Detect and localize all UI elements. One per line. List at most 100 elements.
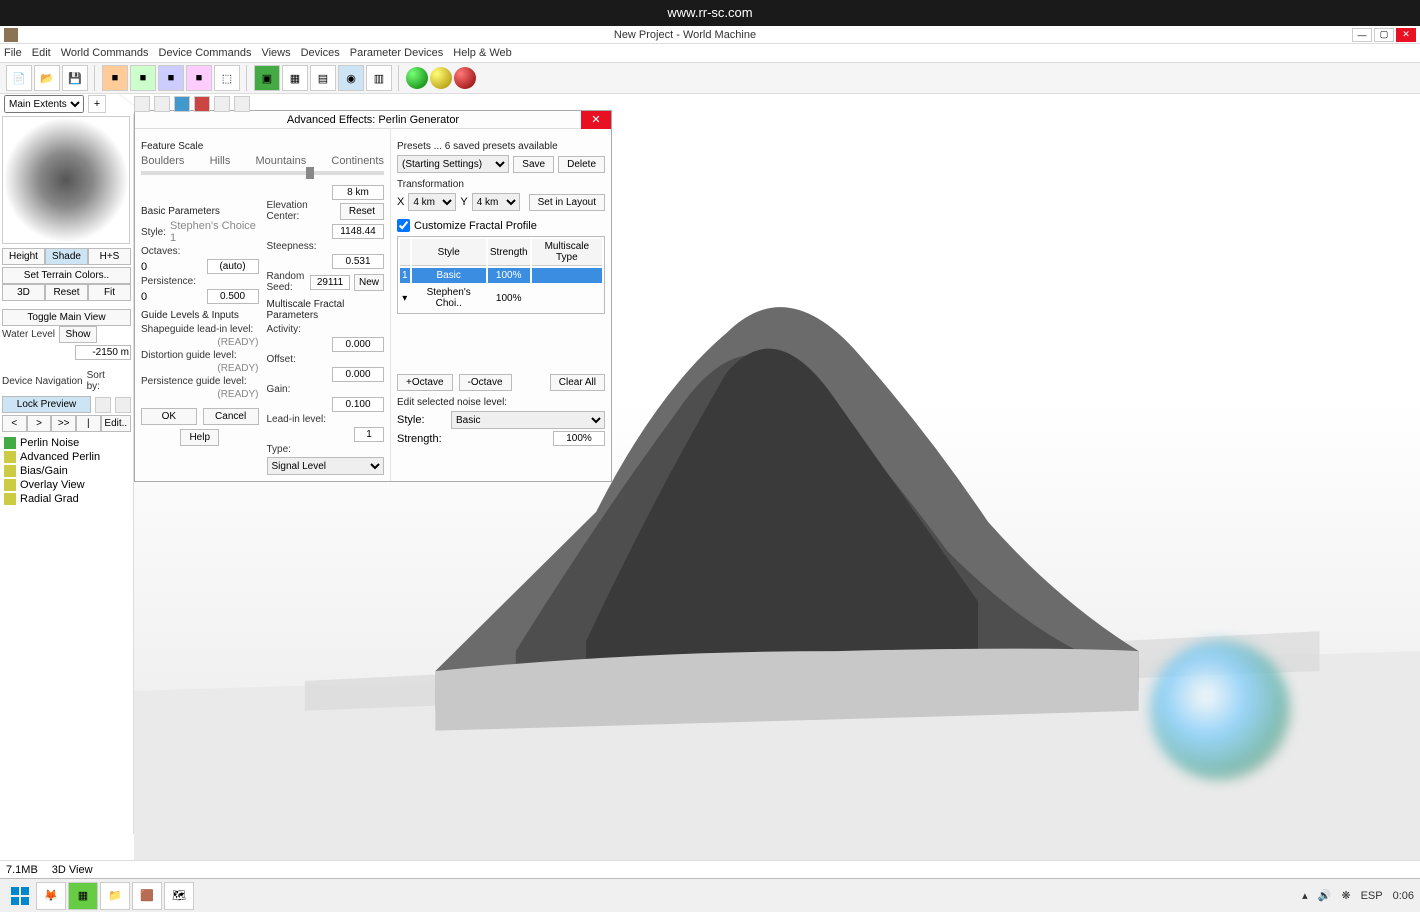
persistence-input[interactable] <box>207 289 259 304</box>
tray-network-icon[interactable]: ❋ <box>1341 889 1350 902</box>
clear-all-button[interactable]: Clear All <box>550 374 605 391</box>
fractal-row-1[interactable]: 1Basic100% <box>400 268 602 283</box>
gain-input[interactable] <box>332 397 384 412</box>
tree-item-overlay-view[interactable]: Overlay View <box>2 478 131 492</box>
toolbar-btn-8-icon[interactable]: ⬚ <box>214 65 240 91</box>
task-app[interactable]: 🟫 <box>132 882 162 910</box>
task-notes[interactable]: ▦ <box>68 882 98 910</box>
sort-icon-2[interactable] <box>115 397 131 413</box>
task-world-machine[interactable]: 🗺 <box>164 882 194 910</box>
nav-end-button[interactable]: | <box>76 415 101 432</box>
shade-hs-button[interactable]: H+S <box>88 248 131 265</box>
presets-select[interactable]: (Starting Settings) <box>397 155 509 173</box>
water-show-button[interactable]: Show <box>59 326 97 343</box>
menu-views[interactable]: Views <box>261 47 290 59</box>
view-tab-3[interactable] <box>174 96 190 112</box>
toolbar-open-icon[interactable]: 📂 <box>34 65 60 91</box>
extents-btn-icon[interactable]: + <box>88 95 106 113</box>
toggle-main-view-button[interactable]: Toggle Main View <box>2 309 131 326</box>
tray-up-icon[interactable]: ▴ <box>1302 889 1308 902</box>
noise-style-select[interactable]: Basic <box>451 411 605 429</box>
toolbar-btn-11-icon[interactable]: ▤ <box>310 65 336 91</box>
feature-scale-slider[interactable] <box>141 171 384 175</box>
shade-height-button[interactable]: Height <box>2 248 45 265</box>
toolbar-save-icon[interactable]: 💾 <box>62 65 88 91</box>
steepness-input[interactable] <box>332 254 384 269</box>
menu-device-commands[interactable]: Device Commands <box>159 47 252 59</box>
view-tab-4[interactable] <box>194 96 210 112</box>
transform-x-select[interactable]: 4 km <box>408 193 456 211</box>
window-maximize-button[interactable]: ▢ <box>1374 28 1394 42</box>
seed-input[interactable] <box>310 275 350 290</box>
shade-shade-button[interactable]: Shade <box>45 248 88 265</box>
leadin-input[interactable] <box>354 427 384 442</box>
lock-preview-button[interactable]: Lock Preview <box>2 396 91 413</box>
nav-prev-button[interactable]: < <box>2 415 27 432</box>
toolbar-btn-10-icon[interactable]: ▦ <box>282 65 308 91</box>
add-octave-button[interactable]: +Octave <box>397 374 453 391</box>
offset-input[interactable] <box>332 367 384 382</box>
dialog-cancel-button[interactable]: Cancel <box>203 408 259 425</box>
elevation-value-input[interactable] <box>332 224 384 239</box>
nav-edit-button[interactable]: Edit.. <box>101 415 131 432</box>
presets-save-button[interactable]: Save <box>513 156 554 173</box>
set-in-layout-button[interactable]: Set in Layout <box>529 194 605 211</box>
toolbar-new-icon[interactable]: 📄 <box>6 65 32 91</box>
feature-scale-input[interactable] <box>332 185 384 200</box>
window-minimize-button[interactable]: — <box>1352 28 1372 42</box>
toolbar-btn-9-icon[interactable]: ▣ <box>254 65 280 91</box>
toolbar-build-green-icon[interactable] <box>406 67 428 89</box>
toolbar-btn-5-icon[interactable]: ■ <box>130 65 156 91</box>
set-terrain-colors-button[interactable]: Set Terrain Colors.. <box>2 267 131 284</box>
start-button[interactable] <box>6 882 34 910</box>
view-reset-button[interactable]: Reset <box>45 284 88 301</box>
remove-octave-button[interactable]: -Octave <box>459 374 512 391</box>
tree-item-advanced-perlin[interactable]: Advanced Perlin <box>2 450 131 464</box>
view-fit-button[interactable]: Fit <box>88 284 131 301</box>
transform-y-select[interactable]: 4 km <box>472 193 520 211</box>
tray-language[interactable]: ESP <box>1361 890 1383 902</box>
toolbar-build-yellow-icon[interactable] <box>430 67 452 89</box>
tree-item-bias-gain[interactable]: Bias/Gain <box>2 464 131 478</box>
view-3d-button[interactable]: 3D <box>2 284 45 301</box>
menu-devices[interactable]: Devices <box>301 47 340 59</box>
tree-item-perlin-noise[interactable]: Perlin Noise <box>2 436 131 450</box>
task-firefox[interactable]: 🦊 <box>36 882 66 910</box>
tray-volume-icon[interactable]: 🔊 <box>1318 889 1332 902</box>
window-close-button[interactable]: ✕ <box>1396 28 1416 42</box>
noise-strength-input[interactable] <box>553 431 605 446</box>
view-tab-6[interactable] <box>234 96 250 112</box>
menu-world-commands[interactable]: World Commands <box>61 47 149 59</box>
view-tab-2[interactable] <box>154 96 170 112</box>
menu-help-web[interactable]: Help & Web <box>453 47 512 59</box>
customize-fractal-checkbox[interactable]: Customize Fractal Profile <box>397 219 605 232</box>
toolbar-btn-6-icon[interactable]: ■ <box>158 65 184 91</box>
toolbar-btn-13-icon[interactable]: ▥ <box>366 65 392 91</box>
main-extents-select[interactable]: Main Extents <box>4 95 84 113</box>
elevation-reset-button[interactable]: Reset <box>340 203 384 220</box>
view-tab-5[interactable] <box>214 96 230 112</box>
menu-edit[interactable]: Edit <box>32 47 51 59</box>
nav-last-button[interactable]: >> <box>51 415 76 432</box>
type-select[interactable]: Signal Level <box>267 457 385 475</box>
dialog-ok-button[interactable]: OK <box>141 408 197 425</box>
menu-file[interactable]: File <box>4 47 22 59</box>
tray-clock[interactable]: 0:06 <box>1393 890 1414 902</box>
dialog-help-button[interactable]: Help <box>180 429 219 446</box>
menu-parameter-devices[interactable]: Parameter Devices <box>350 47 444 59</box>
toolbar-btn-12-icon[interactable]: ◉ <box>338 65 364 91</box>
activity-input[interactable] <box>332 337 384 352</box>
seed-new-button[interactable]: New <box>354 274 384 291</box>
toolbar-btn-7-icon[interactable]: ■ <box>186 65 212 91</box>
fractal-row-2[interactable]: ▾Stephen's Choi..100% <box>400 285 602 311</box>
octaves-auto-input[interactable] <box>207 259 259 274</box>
nav-next-button[interactable]: > <box>27 415 52 432</box>
sort-icon-1[interactable] <box>95 397 111 413</box>
tree-item-radial-grad[interactable]: Radial Grad <box>2 492 131 506</box>
view-tab-1[interactable] <box>134 96 150 112</box>
toolbar-btn-4-icon[interactable]: ■ <box>102 65 128 91</box>
water-level-input[interactable] <box>75 345 131 360</box>
presets-delete-button[interactable]: Delete <box>558 156 605 173</box>
toolbar-build-red-icon[interactable] <box>454 67 476 89</box>
task-explorer[interactable]: 📁 <box>100 882 130 910</box>
